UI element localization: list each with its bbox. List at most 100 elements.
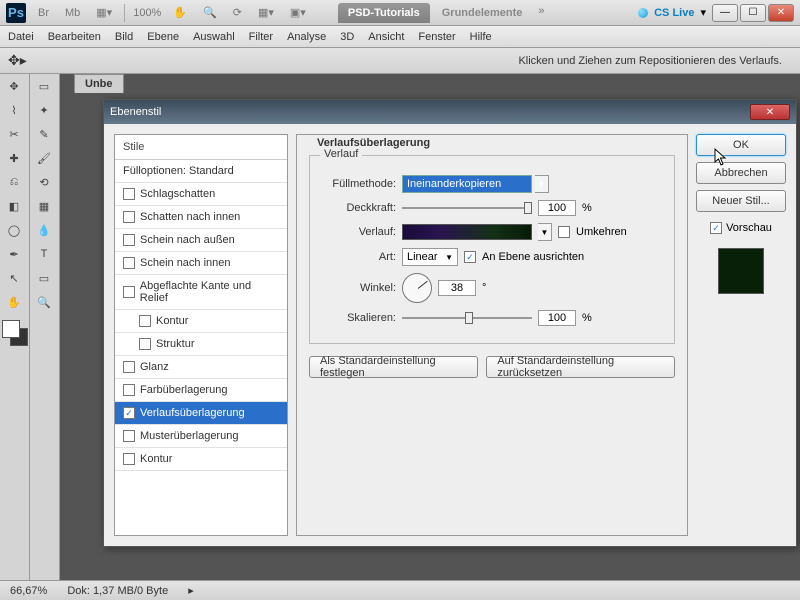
style-checkbox[interactable] <box>123 234 135 246</box>
chevron-down-icon[interactable]: ▼ <box>535 175 549 193</box>
document-tab[interactable]: Unbe <box>74 74 124 93</box>
blend-mode-combo[interactable]: Ineinanderkopieren ▼ <box>402 175 532 193</box>
bridge-icon[interactable]: Br <box>34 5 53 21</box>
arrange-docs-icon[interactable]: ▦▾ <box>254 4 278 21</box>
menu-edit[interactable]: Bearbeiten <box>48 31 101 43</box>
new-style-button[interactable]: Neuer Stil... <box>696 190 786 212</box>
make-default-button[interactable]: Als Standardeinstellung festlegen <box>309 356 478 378</box>
lasso-tool-icon[interactable]: ⌇ <box>0 98 28 122</box>
more-tabs-icon[interactable]: » <box>534 3 548 23</box>
maximize-button[interactable]: ☐ <box>740 4 766 22</box>
angle-input[interactable] <box>438 280 476 296</box>
preview-checkbox[interactable]: ✓ <box>710 222 722 234</box>
healing-tool-icon[interactable]: ✚ <box>0 146 28 170</box>
eraser-tool-icon[interactable]: ◧ <box>0 194 28 218</box>
cs-live-dropdown-icon[interactable]: ▾ <box>700 6 706 19</box>
marquee-tool-icon[interactable]: ▭ <box>30 74 58 98</box>
style-checkbox[interactable] <box>123 430 135 442</box>
stamp-tool-icon[interactable]: ⎌ <box>0 170 28 194</box>
scale-input[interactable] <box>538 310 576 326</box>
style-row[interactable]: Abgeflachte Kante und Relief <box>115 275 287 310</box>
minimize-button[interactable]: — <box>712 4 738 22</box>
dialog-titlebar[interactable]: Ebenenstil ✕ <box>104 100 796 124</box>
crop-tool-icon[interactable]: ✂ <box>0 122 28 146</box>
style-checkbox[interactable] <box>123 453 135 465</box>
close-button[interactable]: ✕ <box>768 4 794 22</box>
history-brush-icon[interactable]: ⟲ <box>30 170 58 194</box>
blur-tool-icon[interactable]: 💧 <box>30 218 58 242</box>
styles-header[interactable]: Stile <box>115 135 287 160</box>
menu-filter[interactable]: Filter <box>249 31 273 43</box>
style-row[interactable]: Schatten nach innen <box>115 206 287 229</box>
style-row[interactable]: Kontur <box>115 310 287 333</box>
gradient-preview[interactable] <box>402 224 532 240</box>
zoom-tool-icon[interactable]: 🔍 <box>199 4 221 21</box>
zoom-tool-icon[interactable]: 🔍 <box>30 290 58 314</box>
shape-tool-icon[interactable]: ▭ <box>30 266 58 290</box>
workspace-tab-inactive[interactable]: Grundelemente <box>432 3 533 23</box>
style-row[interactable]: Struktur <box>115 333 287 356</box>
style-row[interactable]: Farbüberlagerung <box>115 379 287 402</box>
status-zoom[interactable]: 66,67% <box>10 585 47 597</box>
menu-image[interactable]: Bild <box>115 31 133 43</box>
chevron-down-icon[interactable]: ▼ <box>538 223 552 241</box>
style-checkbox[interactable] <box>123 286 135 298</box>
menu-file[interactable]: Datei <box>8 31 34 43</box>
style-checkbox[interactable] <box>123 384 135 396</box>
color-swatches[interactable] <box>2 320 28 346</box>
status-dropdown-icon[interactable]: ▸ <box>188 584 194 597</box>
menu-select[interactable]: Auswahl <box>193 31 235 43</box>
menu-window[interactable]: Fenster <box>418 31 455 43</box>
brush-tool-icon[interactable]: 🖌 <box>30 146 58 170</box>
style-checkbox[interactable]: ✓ <box>123 407 135 419</box>
foreground-swatch[interactable] <box>2 320 20 338</box>
menu-3d[interactable]: 3D <box>340 31 354 43</box>
type-tool-icon[interactable]: T <box>30 242 58 266</box>
dodge-tool-icon[interactable]: ◯ <box>0 218 28 242</box>
dialog-close-button[interactable]: ✕ <box>750 104 790 120</box>
menu-analysis[interactable]: Analyse <box>287 31 326 43</box>
style-checkbox[interactable] <box>123 188 135 200</box>
zoom-level[interactable]: 100% <box>133 7 161 19</box>
hand-tool-icon[interactable]: ✋ <box>0 290 28 314</box>
align-checkbox[interactable]: ✓ <box>464 251 476 263</box>
style-row[interactable]: Kontur <box>115 448 287 471</box>
style-row[interactable]: Schein nach außen <box>115 229 287 252</box>
style-row[interactable]: Schein nach innen <box>115 252 287 275</box>
minibridge-icon[interactable]: Mb <box>61 5 84 21</box>
rotate-view-icon[interactable]: ⟳ <box>229 4 246 21</box>
opacity-input[interactable] <box>538 200 576 216</box>
status-doc-size[interactable]: Dok: 1,37 MB/0 Byte <box>67 585 168 597</box>
pen-tool-icon[interactable]: ✒ <box>0 242 28 266</box>
style-combo[interactable]: Linear ▼ <box>402 248 458 266</box>
menu-view[interactable]: Ansicht <box>368 31 404 43</box>
angle-dial[interactable] <box>402 273 432 303</box>
path-select-icon[interactable]: ↖ <box>0 266 28 290</box>
reverse-checkbox[interactable] <box>558 226 570 238</box>
style-checkbox[interactable] <box>123 211 135 223</box>
style-row[interactable]: Glanz <box>115 356 287 379</box>
blending-options-row[interactable]: Fülloptionen: Standard <box>115 160 287 183</box>
style-checkbox[interactable] <box>139 315 151 327</box>
workspace-tab-active[interactable]: PSD-Tutorials <box>338 3 430 23</box>
cancel-button[interactable]: Abbrechen <box>696 162 786 184</box>
style-checkbox[interactable] <box>123 257 135 269</box>
gradient-tool-icon[interactable]: ▦ <box>30 194 58 218</box>
chevron-down-icon[interactable]: ▼ <box>445 253 453 262</box>
move-tool-icon[interactable]: ✥ <box>0 74 28 98</box>
reset-default-button[interactable]: Auf Standardeinstellung zurücksetzen <box>486 356 675 378</box>
menu-help[interactable]: Hilfe <box>470 31 492 43</box>
view-extras-icon[interactable]: ▦▾ <box>92 4 116 21</box>
opacity-slider[interactable] <box>402 201 532 215</box>
scale-slider[interactable] <box>402 311 532 325</box>
hand-tool-icon[interactable]: ✋ <box>169 4 191 21</box>
style-checkbox[interactable] <box>139 338 151 350</box>
eyedropper-tool-icon[interactable]: ✎ <box>30 122 58 146</box>
move-tool-icon[interactable]: ✥▸ <box>8 52 27 69</box>
cs-live-button[interactable]: CS Live <box>654 7 694 19</box>
style-checkbox[interactable] <box>123 361 135 373</box>
wand-tool-icon[interactable]: ✦ <box>30 98 58 122</box>
style-row[interactable]: Musterüberlagerung <box>115 425 287 448</box>
menu-layer[interactable]: Ebene <box>147 31 179 43</box>
screen-mode-icon[interactable]: ▣▾ <box>286 4 310 21</box>
